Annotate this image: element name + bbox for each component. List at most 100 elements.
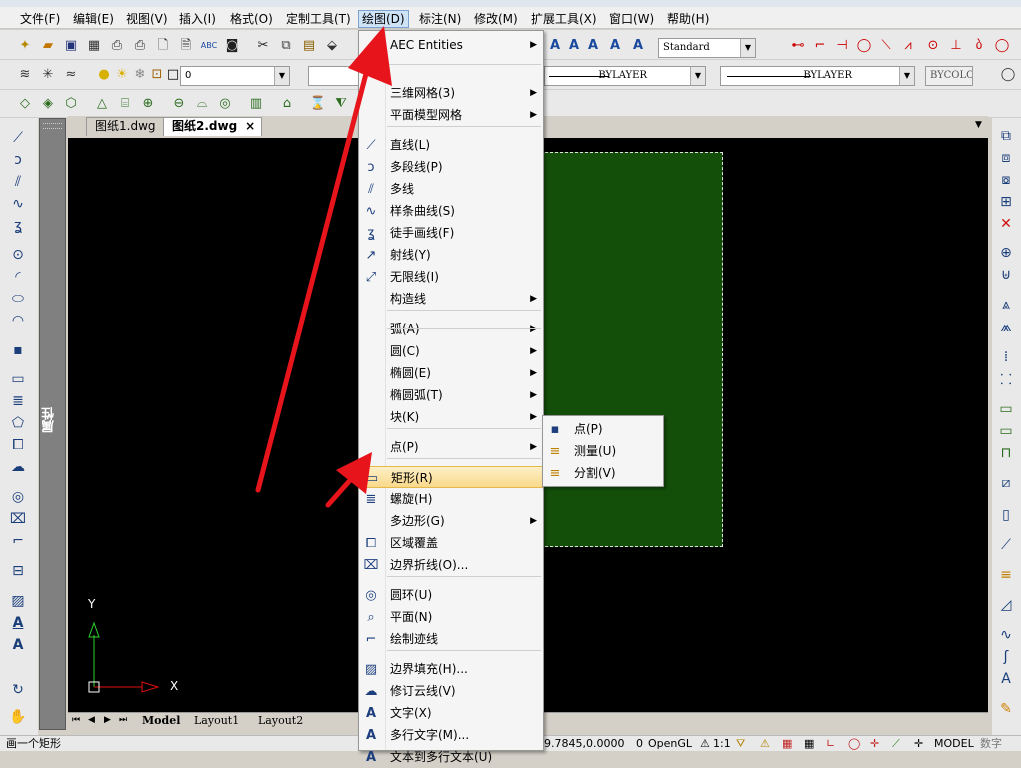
spline-edit-icon[interactable]: ∿ — [997, 626, 1015, 644]
block-icon[interactable]: ⊟ — [9, 562, 27, 580]
renderer-label[interactable]: OpenGL — [648, 736, 692, 751]
dim-arc-icon[interactable]: ბ — [971, 38, 987, 54]
sketch-icon[interactable]: ʓ — [9, 217, 27, 235]
last-tab-icon[interactable]: ⏭ — [119, 715, 127, 725]
annotation-scale-value[interactable]: 1:1 — [713, 736, 731, 751]
otrack-icon[interactable]: ⟋ — [892, 736, 900, 751]
array-icon[interactable]: ⊞ — [997, 193, 1015, 211]
properties-panel[interactable]: 属性 — [39, 118, 66, 730]
erase-icon[interactable]: ✕ — [997, 215, 1015, 233]
draw-menu-item[interactable]: ⤢ 无限线(I) — [359, 266, 543, 288]
match-properties-icon[interactable]: ⬙ — [324, 38, 340, 54]
lineweight-toggle-icon[interactable]: ✛ — [914, 736, 923, 751]
dish-icon[interactable]: ⊖ — [171, 96, 187, 112]
tab-drawing2[interactable]: 图纸2.dwg × — [163, 117, 263, 136]
join-icon[interactable]: ▭ — [997, 422, 1015, 440]
paste-icon[interactable]: ▤ — [301, 38, 317, 54]
menu-edit[interactable]: 编辑(E) — [70, 10, 117, 28]
publish-icon[interactable]: 🗎 — [178, 38, 194, 54]
hourglass-icon[interactable]: ⌛ — [310, 96, 326, 112]
draw-menu-item[interactable]: 弧(A) ▶ — [359, 318, 543, 340]
extend-icon[interactable]: ⸬ — [997, 370, 1015, 388]
dim-linear-icon[interactable]: ⊷ — [790, 38, 806, 54]
extrude-icon[interactable]: ▥ — [248, 96, 264, 112]
arc-icon[interactable]: ◜ — [9, 268, 27, 286]
draw-menu-item[interactable]: ⟋ 直线(L) — [359, 134, 543, 156]
calculator-icon[interactable]: ▦ — [86, 38, 102, 54]
edit-polyline-icon[interactable]: ⟋ — [997, 536, 1015, 554]
osnap-icon[interactable]: ✛ — [870, 736, 879, 751]
snap-icon[interactable]: ▦ — [782, 736, 792, 751]
print-icon[interactable]: ⎙ — [132, 38, 148, 54]
prev-tab-icon[interactable]: ◀ — [88, 715, 95, 725]
text-icon[interactable]: A — [9, 614, 27, 632]
explode-icon[interactable]: ▯ — [997, 506, 1015, 524]
grid-icon[interactable]: ▦ — [804, 736, 814, 751]
draw-menu-item[interactable]: 平面模型网格 ▶ — [359, 104, 543, 126]
cut-icon[interactable]: ✂ — [255, 38, 271, 54]
linetype-select[interactable]: BYLAYER ▼ — [544, 66, 706, 86]
planesurf-icon[interactable]: ⌧ — [9, 510, 27, 528]
helix-icon[interactable]: ≣ — [9, 392, 27, 410]
rectangle-icon[interactable]: ▭ — [9, 370, 27, 388]
mirror-icon[interactable]: ⧈ — [997, 149, 1015, 167]
wedge-3d-icon[interactable]: ◈ — [40, 96, 56, 112]
polygon-icon[interactable]: ⬠ — [9, 414, 27, 432]
scale-icon[interactable]: ⩓ — [997, 296, 1015, 314]
draw-menu-item[interactable]: AEC Entities ▶ — [359, 34, 543, 56]
annotation-visibility-icon[interactable]: ⛛ — [736, 736, 745, 751]
draw-menu-item[interactable]: 块(K) ▶ — [359, 406, 543, 428]
draw-menu-item[interactable]: 多边形(G) ▶ — [359, 510, 543, 532]
spline-icon[interactable]: ∿ — [9, 195, 27, 213]
menu-help[interactable]: 帮助(H) — [664, 10, 712, 28]
menu-file[interactable]: 文件(F) — [17, 10, 63, 28]
print-preview-icon[interactable]: 🗋 — [155, 38, 171, 54]
draw-menu-item[interactable]: ↄ 多段线(P) — [359, 156, 543, 178]
draw-menu-item[interactable]: ◎ 圆环(U) — [359, 584, 543, 606]
cylinder-icon[interactable]: ⌸ — [117, 96, 133, 112]
revcloud-icon[interactable]: ☁ — [9, 458, 27, 476]
first-tab-icon[interactable]: ⏮ — [72, 715, 80, 725]
draw-menu-item[interactable]: ▨ 边界填充(H)... — [359, 658, 543, 680]
torus-icon[interactable]: ◎ — [217, 96, 233, 112]
dim-aligned-icon[interactable]: ⌐ — [812, 38, 828, 54]
model-space-toggle[interactable]: MODEL — [934, 736, 974, 751]
draw-menu-item[interactable]: ≣ 螺旋(H) — [359, 488, 543, 510]
menu-view[interactable]: 视图(V) — [123, 10, 171, 28]
dim-ordinate-icon[interactable]: ⊣ — [834, 38, 850, 54]
tab-drawing1[interactable]: 图纸1.dwg — [86, 117, 165, 136]
draw-menu-item[interactable]: 椭圆(E) ▶ — [359, 362, 543, 384]
save-icon[interactable]: ▣ — [63, 38, 79, 54]
break-icon[interactable]: ▭ — [997, 400, 1015, 418]
draw-menu-item[interactable]: A 文字(X) — [359, 702, 543, 724]
tab-layout1[interactable]: Layout1 — [194, 714, 239, 727]
dim-circle-icon[interactable]: ◯ — [994, 38, 1010, 54]
circle-tool-icon[interactable]: ◯ — [1000, 67, 1016, 83]
edit-text-icon[interactable]: A — [585, 38, 601, 54]
draw-menu-item[interactable]: ☁ 修订云线(V) — [359, 680, 543, 702]
color-select[interactable] — [308, 66, 360, 86]
wipeout-icon[interactable]: ⧠ — [9, 436, 27, 454]
ortho-icon[interactable]: ∟ — [826, 736, 835, 751]
menu-dimension[interactable]: 标注(N) — [416, 10, 464, 28]
section-icon[interactable]: ⌂ — [279, 96, 295, 112]
new-file-icon[interactable]: ✦ — [17, 38, 33, 54]
dim-radius-icon[interactable]: ◯ — [856, 38, 872, 54]
menu-modify[interactable]: 修改(M) — [471, 10, 521, 28]
hatch-icon[interactable]: ▨ — [9, 592, 27, 610]
ellipse-arc-icon[interactable]: ◠ — [9, 312, 27, 330]
lock-icon[interactable]: ⊡ — [149, 67, 165, 83]
menu-ext-tools[interactable]: 扩展工具(X) — [528, 10, 600, 28]
tab-model[interactable]: Model — [142, 714, 180, 727]
plot-icon[interactable]: ⎙ — [109, 38, 125, 54]
draw-menu-item[interactable]: ⌕ 平面(N) — [359, 606, 543, 628]
menu-window[interactable]: 窗口(W) — [606, 10, 657, 28]
menu-custom-tools[interactable]: 定制工具(T) — [283, 10, 354, 28]
submenu-divide[interactable]: ≡ 分割(V) — [543, 462, 663, 484]
find-text-icon[interactable]: A — [630, 38, 646, 54]
point-icon[interactable]: ▪ — [9, 341, 27, 359]
dome-icon[interactable]: ⌓ — [194, 96, 210, 112]
tab-layout2[interactable]: Layout2 — [258, 714, 303, 727]
lineweight-select[interactable]: BYLAYER ▼ — [720, 66, 915, 86]
line-icon[interactable]: ⟋ — [9, 129, 27, 147]
